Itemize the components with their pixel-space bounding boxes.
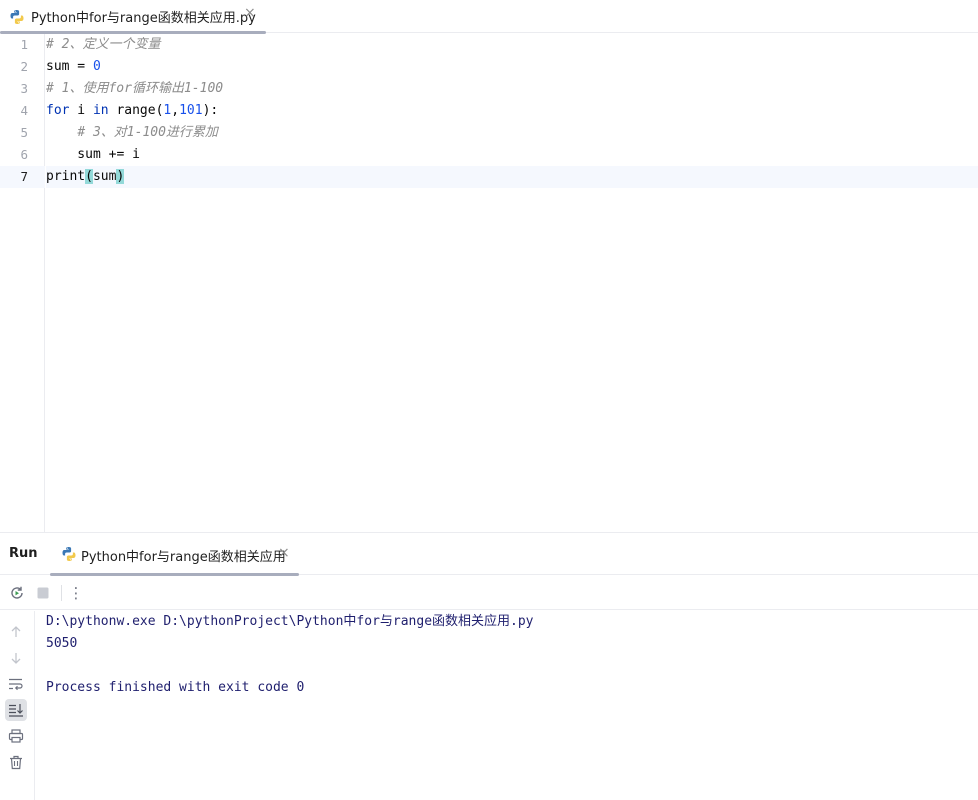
code-token: print bbox=[46, 169, 86, 184]
code-line[interactable]: # 2、定义一个变量 bbox=[46, 34, 978, 56]
run-panel-header: Run Python中for与range函数相关应用 × bbox=[0, 533, 978, 576]
code-editor[interactable]: 1 2 3 4 5 6 7 # 2、定义一个变量 sum = 0 # 1、使用for循环输出1-… bbox=[0, 34, 978, 532]
matched-brace: ( bbox=[85, 169, 93, 184]
code-area[interactable]: # 2、定义一个变量 sum = 0 # 1、使用for循环输出1-100 for i… bbox=[46, 34, 978, 532]
python-file-icon bbox=[10, 9, 24, 24]
console-line: D:\pythonw.exe D:\pythonProject\Python中f… bbox=[46, 614, 534, 629]
more-options-icon[interactable]: ⋮ bbox=[67, 584, 85, 602]
scroll-to-end-icon[interactable] bbox=[5, 699, 27, 721]
line-number: 6 bbox=[20, 147, 28, 162]
code-token: ): bbox=[202, 103, 219, 118]
code-token: , bbox=[171, 103, 180, 118]
rerun-icon[interactable] bbox=[8, 584, 26, 602]
code-line[interactable]: for i in range(1,101): bbox=[46, 100, 978, 122]
more-options-glyph: ⋮ bbox=[68, 584, 84, 602]
code-comment: # 3、对1-100进行累加 bbox=[77, 125, 218, 140]
matched-brace: ) bbox=[116, 169, 125, 184]
soft-wrap-icon[interactable] bbox=[5, 673, 27, 695]
code-number: 101 bbox=[179, 103, 203, 118]
stop-icon[interactable] bbox=[34, 584, 52, 602]
run-tab-title: Python中for与range函数相关应用 bbox=[81, 550, 286, 565]
code-comment: # 2、定义一个变量 bbox=[46, 37, 161, 52]
line-number: 4 bbox=[20, 103, 28, 118]
line-number: 1 bbox=[20, 37, 28, 52]
console-output[interactable]: D:\pythonw.exe D:\pythonProject\Python中f… bbox=[46, 611, 978, 800]
code-token: sum += i bbox=[46, 147, 140, 162]
code-number: 0 bbox=[92, 59, 101, 74]
run-toolbar: ⋮ bbox=[0, 576, 978, 610]
code-line[interactable]: print(sum) bbox=[46, 166, 978, 188]
editor-tab[interactable]: Python中for与range函数相关应用.py × bbox=[0, 0, 266, 34]
editor-tab-title: Python中for与range函数相关应用.py bbox=[31, 11, 256, 26]
trash-icon[interactable] bbox=[5, 751, 27, 773]
console-line: 5050 bbox=[46, 636, 78, 651]
line-number: 2 bbox=[20, 59, 28, 74]
line-number: 3 bbox=[20, 81, 28, 96]
python-file-icon bbox=[62, 547, 76, 561]
editor-tab-bar: Python中for与range函数相关应用.py × bbox=[0, 0, 978, 34]
code-line[interactable]: # 1、使用for循环输出1-100 bbox=[46, 78, 978, 100]
run-config-tab[interactable]: Python中for与range函数相关应用 × bbox=[50, 533, 299, 576]
code-comment: # 1、使用for循环输出1-100 bbox=[46, 81, 224, 96]
ide-window: Python中for与range函数相关应用.py × 1 2 3 4 5 6 7 # 2、… bbox=[0, 0, 978, 800]
run-panel: Run Python中for与range函数相关应用 × ⋮ D:\python… bbox=[0, 532, 978, 800]
close-icon[interactable]: × bbox=[278, 545, 290, 561]
up-arrow-icon[interactable] bbox=[5, 621, 27, 643]
console-line: Process finished with exit code 0 bbox=[46, 680, 305, 695]
code-line[interactable]: sum = 0 bbox=[46, 56, 978, 78]
toolbar-separator bbox=[61, 585, 62, 601]
code-line[interactable]: # 3、对1-100进行累加 bbox=[46, 122, 978, 144]
line-number: 5 bbox=[20, 125, 28, 140]
run-panel-label: Run bbox=[9, 546, 38, 561]
close-icon[interactable]: × bbox=[244, 5, 256, 21]
down-arrow-icon[interactable] bbox=[5, 647, 27, 669]
line-number: 7 bbox=[20, 169, 28, 184]
code-keyword: in bbox=[92, 103, 109, 118]
code-token: i bbox=[69, 103, 93, 118]
line-number-gutter: 1 2 3 4 5 6 7 bbox=[0, 34, 45, 532]
print-icon[interactable] bbox=[5, 725, 27, 747]
code-token: sum bbox=[92, 169, 117, 184]
code-token: range( bbox=[108, 103, 164, 118]
code-keyword: for bbox=[46, 103, 70, 118]
code-line[interactable]: sum += i bbox=[46, 144, 978, 166]
code-token: sum = bbox=[46, 59, 93, 74]
console-side-toolbar bbox=[0, 611, 35, 800]
